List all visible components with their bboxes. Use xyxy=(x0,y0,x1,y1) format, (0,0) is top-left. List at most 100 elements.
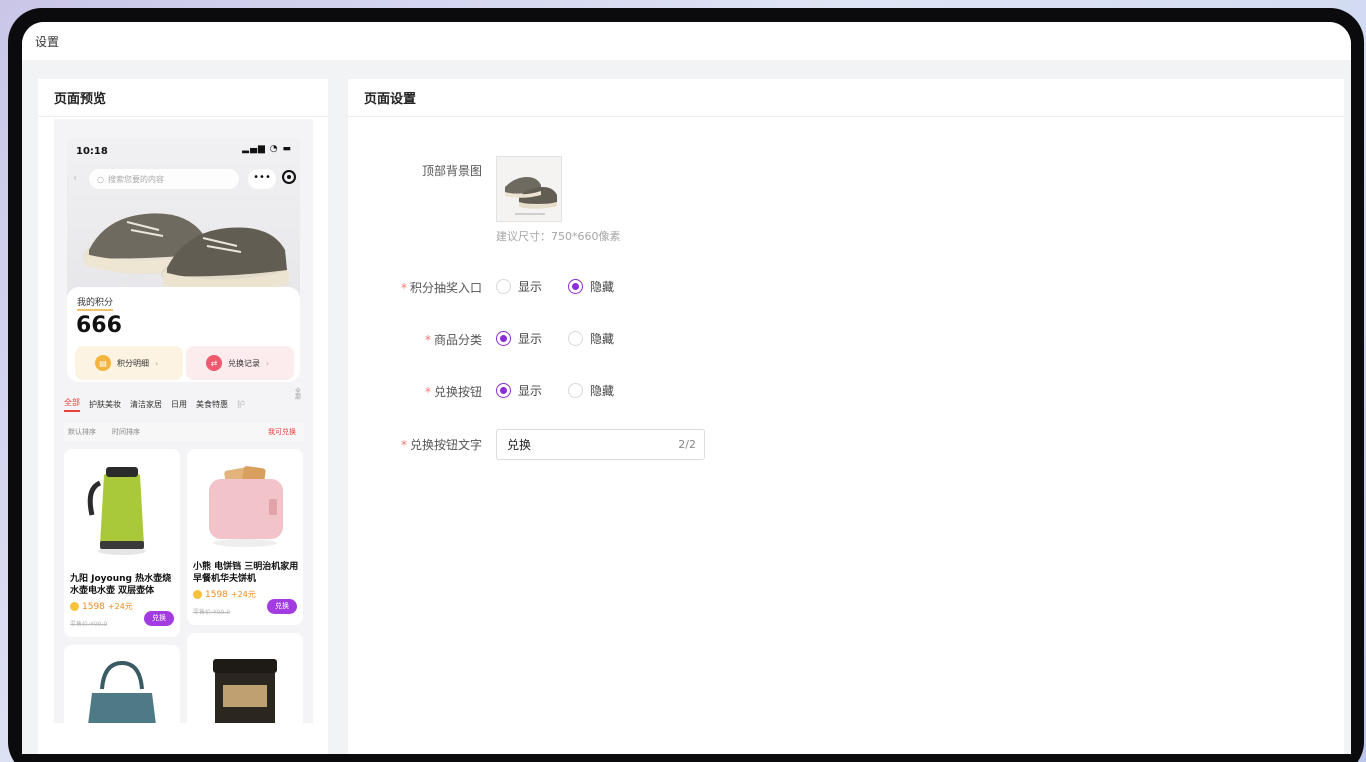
category-tab[interactable]: 美食特惠 xyxy=(196,399,228,410)
required-mark: * xyxy=(400,281,407,295)
points-value: 666 xyxy=(76,313,122,338)
lottery-entry-radio-group: 显示 隐藏 xyxy=(496,278,640,295)
exchange-button-hide-option[interactable]: 隐藏 xyxy=(568,382,614,399)
product-category-radio-group: 显示 隐藏 xyxy=(496,330,640,347)
radio-label: 显示 xyxy=(518,332,543,346)
lottery-entry-hide-option[interactable]: 隐藏 xyxy=(568,278,614,295)
settings-panel-title: 页面设置 xyxy=(348,79,1344,117)
radio-label: 隐藏 xyxy=(590,280,615,294)
exchange-button-text-input[interactable]: 兑换 2/2 xyxy=(496,429,705,460)
product-card[interactable]: 小熊 电饼铛 三明治机家用早餐机华夫饼机 1598 +24元 零售价:¥99.9… xyxy=(187,449,303,625)
toaster-image xyxy=(209,466,283,547)
top-bg-hint: 建议尺寸：750*660像素 xyxy=(496,230,621,243)
sort-default[interactable]: 默认排序 xyxy=(68,427,96,437)
exchange-button-label: * 兑换按钮 xyxy=(348,383,482,400)
preview-panel-title: 页面预览 xyxy=(38,79,328,117)
product-original-price: 零售价:¥99.9 xyxy=(193,609,231,616)
radio-button[interactable] xyxy=(568,331,584,346)
product-original-price: 零售价:¥99.9 xyxy=(70,621,108,628)
product-cash: +24元 xyxy=(107,602,133,611)
points-card: 我的积分 666 ▤ 积分明细 › ⇄ 兑换记录 › xyxy=(67,287,300,382)
exchange-record-button[interactable]: ⇄ 兑换记录 › xyxy=(186,346,294,380)
settings-panel: 页面设置 顶部背景图 建议尺寸：750*660像素 * 积分抽奖入口 显示 隐藏… xyxy=(348,79,1344,754)
handbag-image xyxy=(88,660,156,723)
lottery-entry-show-option[interactable]: 显示 xyxy=(496,278,542,295)
phone-search-box: ○ 搜索您要的内容 xyxy=(89,169,239,189)
cream-jar-image xyxy=(213,659,277,723)
exchange-record-icon: ⇄ xyxy=(206,355,222,371)
mini-program-menu-icon: ••• xyxy=(248,169,276,189)
exchange-button-text-label: * 兑换按钮文字 xyxy=(348,436,482,453)
product-exchange-button[interactable]: 兑换 xyxy=(144,611,174,626)
points-detail-icon: ▤ xyxy=(95,355,111,371)
exchange-button-show-option[interactable]: 显示 xyxy=(496,382,542,399)
required-mark: * xyxy=(400,438,407,452)
app-screen: 设置 页面预览 10:18 ▂▄▆ ◔ ▬ ‹ ○ 搜索您要的内容 ••• 我的… xyxy=(22,22,1351,754)
character-counter: 2/2 xyxy=(678,438,696,451)
status-bar-icons: ▂▄▆ ◔ ▬ xyxy=(242,144,292,154)
shoes-image xyxy=(83,213,289,292)
points-detail-button[interactable]: ▤ 积分明细 › xyxy=(75,346,183,380)
exchange-button-radio-group: 显示 隐藏 xyxy=(496,382,640,399)
top-bg-image-upload[interactable] xyxy=(496,156,562,222)
lottery-entry-label: * 积分抽奖入口 xyxy=(348,279,482,296)
required-mark: * xyxy=(424,385,431,399)
category-tabs: 全部 护肤美妆 清洁家居 日用 美食特惠 护 xyxy=(54,393,313,415)
radio-button-selected[interactable] xyxy=(496,383,511,398)
category-tab[interactable]: 全部 xyxy=(64,397,80,412)
exchange-button-text-label-text: 兑换按钮文字 xyxy=(409,438,482,452)
product-card[interactable]: 九阳 Joyoung 热水壶烧水壶电水壶 双层壶体 1598 +24元 零售价:… xyxy=(64,449,180,637)
back-arrow-icon: ‹ xyxy=(73,171,78,184)
phone-hero-banner: 10:18 ▂▄▆ ◔ ▬ ‹ ○ 搜索您要的内容 ••• xyxy=(67,138,300,298)
page-title: 设置 xyxy=(35,34,60,49)
top-bar: 设置 xyxy=(22,22,1351,60)
top-bg-label: 顶部背景图 xyxy=(348,162,482,179)
coin-icon xyxy=(70,602,79,611)
product-name: 小熊 电饼铛 三明治机家用早餐机华夫饼机 xyxy=(193,562,299,584)
radio-label: 显示 xyxy=(518,384,543,398)
chevron-right-icon: › xyxy=(266,358,270,368)
sort-exchangeable[interactable]: 我可兑换 xyxy=(268,427,296,437)
category-tab[interactable]: 护 xyxy=(237,399,245,410)
coin-icon xyxy=(193,590,202,599)
points-label: 我的积分 xyxy=(77,298,114,311)
top-bg-label-text: 顶部背景图 xyxy=(421,164,482,178)
radio-label: 隐藏 xyxy=(590,384,615,398)
input-value: 兑换 xyxy=(507,438,532,452)
lottery-entry-label-text: 积分抽奖入口 xyxy=(409,281,482,295)
product-points: 1598 xyxy=(205,589,228,600)
product-category-hide-option[interactable]: 隐藏 xyxy=(568,330,614,347)
product-category-show-option[interactable]: 显示 xyxy=(496,330,542,347)
search-icon: ○ xyxy=(97,174,104,184)
sort-time[interactable]: 时间排序 xyxy=(112,427,140,437)
product-exchange-button[interactable]: 兑换 xyxy=(267,599,297,614)
radio-button-selected[interactable] xyxy=(496,331,511,346)
sort-bar: 默认排序 时间排序 我可兑换 xyxy=(64,423,304,441)
mini-program-close-icon xyxy=(282,170,296,184)
radio-label: 显示 xyxy=(518,280,543,294)
radio-button[interactable] xyxy=(496,279,511,294)
chevron-right-icon: › xyxy=(155,358,159,368)
product-card[interactable] xyxy=(64,645,180,723)
product-card[interactable] xyxy=(187,633,303,723)
all-categories-button[interactable]: 全部 xyxy=(295,389,303,401)
phone-search-placeholder: 搜索您要的内容 xyxy=(107,174,164,184)
phone-preview[interactable]: 10:18 ▂▄▆ ◔ ▬ ‹ ○ 搜索您要的内容 ••• 我的积分 666 ▤… xyxy=(54,119,313,723)
product-category-label-text: 商品分类 xyxy=(433,333,482,347)
background-thumbnail-image xyxy=(497,157,561,221)
kettle-image xyxy=(87,467,146,555)
product-points: 1598 xyxy=(82,601,105,612)
exchange-button-label-text: 兑换按钮 xyxy=(433,385,482,399)
status-time: 10:18 xyxy=(76,146,108,157)
product-price: 1598 +24元 xyxy=(70,601,133,612)
product-category-label: * 商品分类 xyxy=(348,331,482,348)
product-cash: +24元 xyxy=(230,590,256,599)
radio-button[interactable] xyxy=(568,383,584,398)
radio-button-selected[interactable] xyxy=(568,279,584,294)
category-tab[interactable]: 护肤美妆 xyxy=(89,399,121,410)
category-tab[interactable]: 清洁家居 xyxy=(130,399,162,410)
required-mark: * xyxy=(424,333,431,347)
exchange-record-label: 兑换记录 xyxy=(228,358,260,368)
product-name: 九阳 Joyoung 热水壶烧水壶电水壶 双层壶体 xyxy=(70,574,172,596)
category-tab[interactable]: 日用 xyxy=(171,399,187,410)
